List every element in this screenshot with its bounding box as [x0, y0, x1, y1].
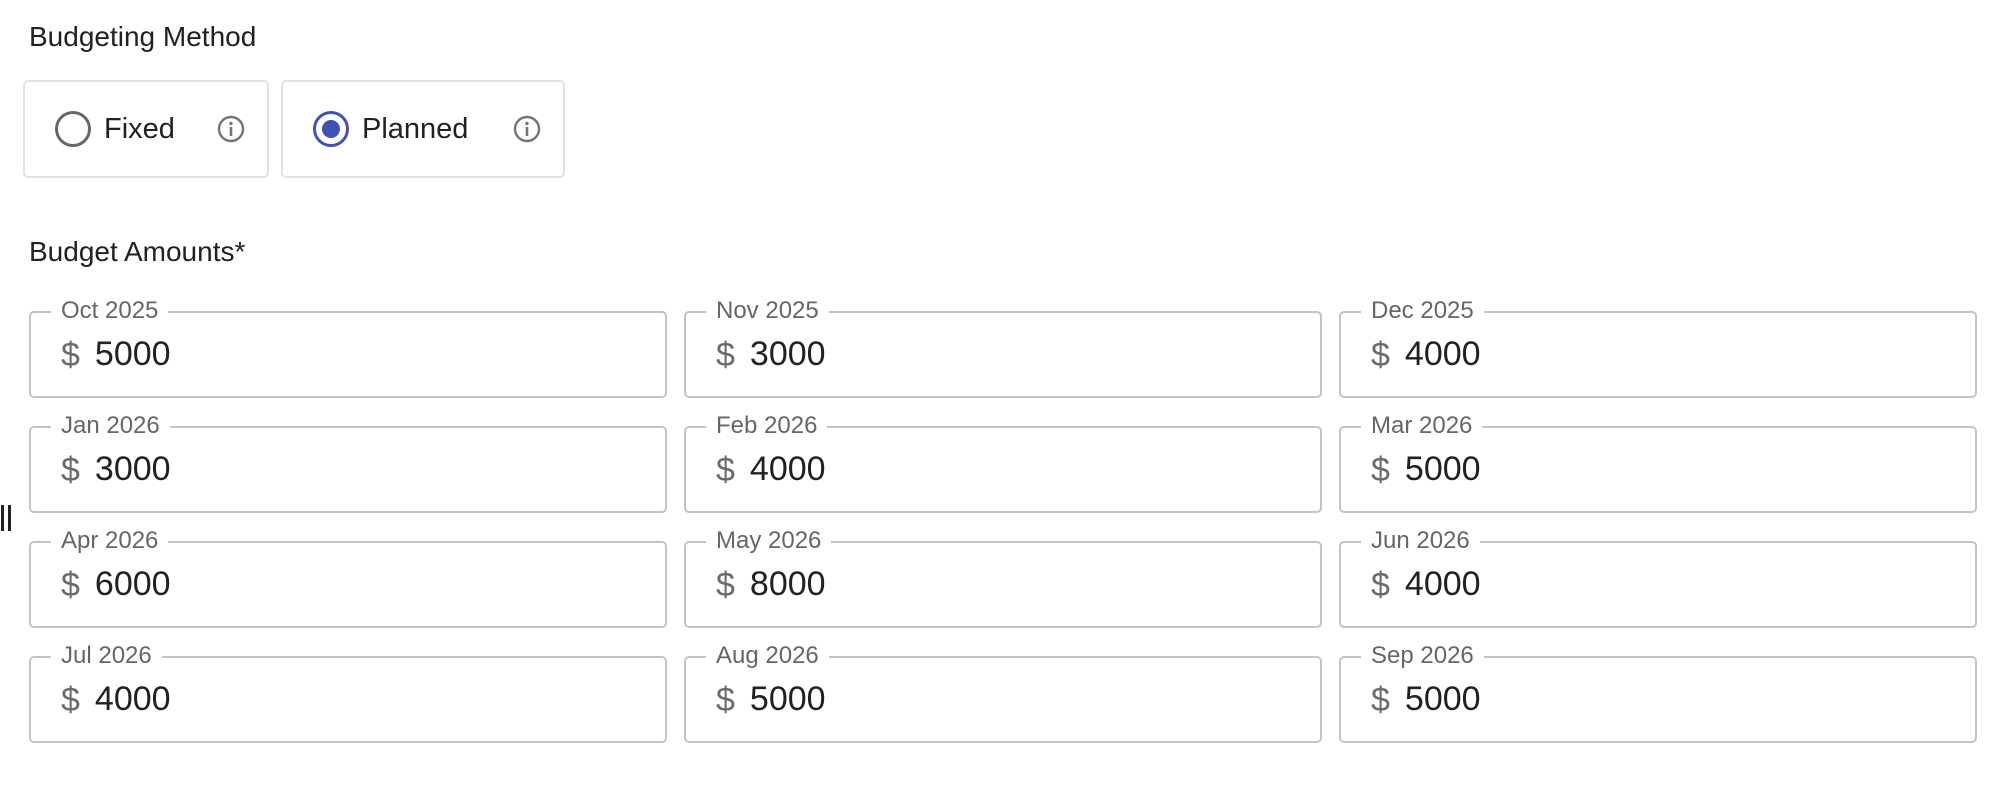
field-label: Aug 2026: [706, 641, 829, 671]
resize-grip-bar: [1, 505, 4, 531]
currency-symbol: $: [716, 335, 735, 374]
field-label: Feb 2026: [706, 411, 828, 441]
info-icon[interactable]: [215, 113, 247, 145]
method-label-planned: Planned: [362, 112, 469, 145]
amount-field-mar-2026: Mar 2026 $: [1339, 411, 1977, 513]
field-label: Jun 2026: [1361, 526, 1480, 556]
radio-planned[interactable]: [313, 111, 349, 147]
field-label: May 2026: [706, 526, 832, 556]
currency-symbol: $: [1371, 335, 1390, 374]
resize-grip-bar: [8, 505, 11, 531]
amount-input-mar-2026[interactable]: [1404, 450, 1925, 489]
currency-symbol: $: [61, 680, 80, 719]
currency-symbol: $: [61, 565, 80, 604]
amount-input-apr-2026[interactable]: [94, 565, 615, 604]
field-label: Jul 2026: [51, 641, 162, 671]
field-label: Mar 2026: [1361, 411, 1483, 441]
amount-field-jan-2026: Jan 2026 $: [29, 411, 667, 513]
method-label-fixed: Fixed: [104, 112, 175, 145]
amount-input-aug-2026[interactable]: [749, 680, 1270, 719]
currency-symbol: $: [61, 335, 80, 374]
currency-symbol: $: [1371, 450, 1390, 489]
budgeting-method-title: Budgeting Method: [29, 21, 257, 52]
amount-field-may-2026: May 2026 $: [684, 526, 1322, 628]
budget-amounts-grid: Oct 2025 $ Nov 2025 $ Dec 2025 $ Jan 202…: [29, 296, 1977, 743]
amount-field-oct-2025: Oct 2025 $: [29, 296, 667, 398]
amount-input-jul-2026[interactable]: [94, 680, 615, 719]
amount-field-dec-2025: Dec 2025 $: [1339, 296, 1977, 398]
field-label: Sep 2026: [1361, 641, 1484, 671]
amount-input-jun-2026[interactable]: [1404, 565, 1925, 604]
field-label: Oct 2025: [51, 296, 169, 326]
budgeting-method-options: Fixed Planned: [23, 80, 565, 178]
budget-amounts-title: Budget Amounts*: [29, 236, 246, 267]
amount-field-apr-2026: Apr 2026 $: [29, 526, 667, 628]
amount-input-may-2026[interactable]: [749, 565, 1270, 604]
field-label: Dec 2025: [1361, 296, 1484, 326]
amount-input-dec-2025[interactable]: [1404, 335, 1925, 374]
radio-selected-dot: [322, 120, 340, 138]
currency-symbol: $: [1371, 680, 1390, 719]
field-label: Nov 2025: [706, 296, 829, 326]
amount-field-aug-2026: Aug 2026 $: [684, 641, 1322, 743]
amount-input-sep-2026[interactable]: [1404, 680, 1925, 719]
amount-field-feb-2026: Feb 2026 $: [684, 411, 1322, 513]
amount-field-jul-2026: Jul 2026 $: [29, 641, 667, 743]
amount-input-feb-2026[interactable]: [749, 450, 1270, 489]
amount-input-jan-2026[interactable]: [94, 450, 615, 489]
amount-field-nov-2025: Nov 2025 $: [684, 296, 1322, 398]
budget-form: Budgeting Method Fixed Planned Budget Am…: [0, 0, 1998, 788]
amount-input-nov-2025[interactable]: [749, 335, 1270, 374]
currency-symbol: $: [61, 450, 80, 489]
field-label: Jan 2026: [51, 411, 170, 441]
amount-field-sep-2026: Sep 2026 $: [1339, 641, 1977, 743]
currency-symbol: $: [716, 450, 735, 489]
panel-resize-handle[interactable]: [0, 505, 14, 531]
currency-symbol: $: [1371, 565, 1390, 604]
method-option-planned[interactable]: Planned: [281, 80, 565, 178]
amount-input-oct-2025[interactable]: [94, 335, 615, 374]
amount-field-jun-2026: Jun 2026 $: [1339, 526, 1977, 628]
info-icon[interactable]: [511, 113, 543, 145]
currency-symbol: $: [716, 565, 735, 604]
radio-fixed[interactable]: [55, 111, 91, 147]
method-option-fixed[interactable]: Fixed: [23, 80, 269, 178]
field-label: Apr 2026: [51, 526, 169, 556]
currency-symbol: $: [716, 680, 735, 719]
